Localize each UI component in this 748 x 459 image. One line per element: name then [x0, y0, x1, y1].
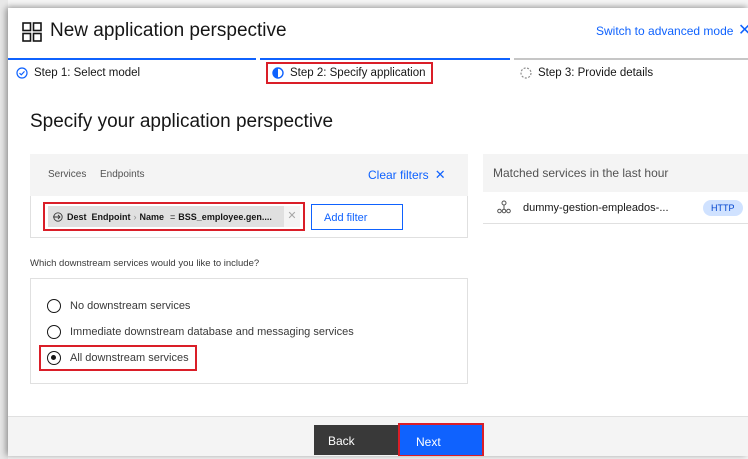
checkmark-circle-icon	[16, 67, 28, 79]
step-2-label: Step 2: Specify application	[290, 67, 426, 79]
downstream-question: Which downstream services would you like…	[30, 258, 260, 269]
modal-title: New application perspective	[50, 20, 287, 41]
radio-all-downstream[interactable]: All downstream services	[39, 345, 197, 371]
chevron-right-icon: ›	[133, 211, 137, 222]
matched-services-header: Matched services in the last hour	[483, 154, 748, 192]
application-perspective-icon	[22, 22, 42, 42]
background-strip	[0, 0, 8, 459]
clear-filters-button[interactable]: Clear filters ✕	[368, 167, 446, 183]
matched-services-title: Matched services in the last hour	[493, 166, 669, 180]
radio-button[interactable]	[47, 325, 61, 339]
filter-pill-highlight: Dest Endpoint › Name = BSS_employee.gen.…	[43, 202, 305, 231]
remove-filter-icon[interactable]: ✕	[284, 206, 300, 227]
close-icon: ✕	[434, 167, 446, 182]
section-title: Specify your application perspective	[30, 111, 334, 132]
filter-operator: =	[170, 211, 176, 222]
destination-arrow-icon	[53, 211, 63, 222]
step-1-label: Step 1: Select model	[34, 67, 141, 79]
service-name: dummy-gestion-empleados-...	[523, 202, 669, 214]
modal-footer: Back Next	[8, 416, 748, 456]
step-1[interactable]: Step 1: Select model	[16, 67, 140, 79]
clear-filters-label: Clear filters	[368, 168, 429, 182]
add-filter-button[interactable]: Add filter	[311, 204, 403, 230]
back-button[interactable]: Back	[314, 425, 400, 455]
protocol-badge: HTTP	[703, 200, 743, 216]
list-item[interactable]: dummy-gestion-empleados-... HTTP	[483, 192, 748, 224]
filter-value: BSS_employee.gen....	[178, 211, 272, 222]
incomplete-step-icon	[520, 67, 532, 79]
service-icon	[497, 200, 511, 214]
filter-attribute: Name	[139, 211, 165, 222]
radio-label: All downstream services	[70, 352, 189, 364]
filter-panel-header: Services Endpoints Clear filters ✕	[30, 154, 468, 196]
radio-immediate-downstream[interactable]: Immediate downstream database and messag…	[47, 325, 354, 339]
switch-advanced-mode-link[interactable]: Switch to advanced mode	[596, 24, 733, 38]
filter-pill[interactable]: Dest Endpoint › Name = BSS_employee.gen.…	[48, 206, 300, 227]
filter-prefix: Dest	[67, 211, 87, 222]
radio-label: Immediate downstream database and messag…	[70, 326, 354, 338]
filter-panel-body: Dest Endpoint › Name = BSS_employee.gen.…	[30, 196, 468, 238]
downstream-options-panel: No downstream services Immediate downstr…	[30, 278, 468, 384]
radio-label: No downstream services	[70, 300, 191, 312]
current-step-icon	[272, 67, 284, 79]
radio-no-downstream[interactable]: No downstream services	[47, 299, 190, 313]
close-icon[interactable]: ✕	[738, 20, 748, 40]
filter-entity: Endpoint	[91, 211, 131, 222]
step-2[interactable]: Step 2: Specify application	[266, 62, 433, 84]
radio-button[interactable]	[47, 299, 61, 313]
step-1-progress-line	[8, 58, 256, 60]
progress-indicator: Step 1: Select model Step 2: Specify app…	[8, 58, 748, 88]
modal-header: New application perspective Switch to ad…	[8, 8, 748, 58]
step-3[interactable]: Step 3: Provide details	[520, 67, 653, 79]
radio-button-selected[interactable]	[47, 351, 61, 365]
step-3-progress-line	[514, 58, 748, 60]
tab-endpoints[interactable]: Endpoints	[100, 169, 144, 180]
next-button[interactable]: Next	[398, 423, 484, 456]
tab-services[interactable]: Services	[48, 169, 86, 180]
step-2-progress-line	[260, 58, 510, 60]
modal-window: New application perspective Switch to ad…	[8, 8, 748, 456]
step-3-label: Step 3: Provide details	[538, 67, 654, 79]
